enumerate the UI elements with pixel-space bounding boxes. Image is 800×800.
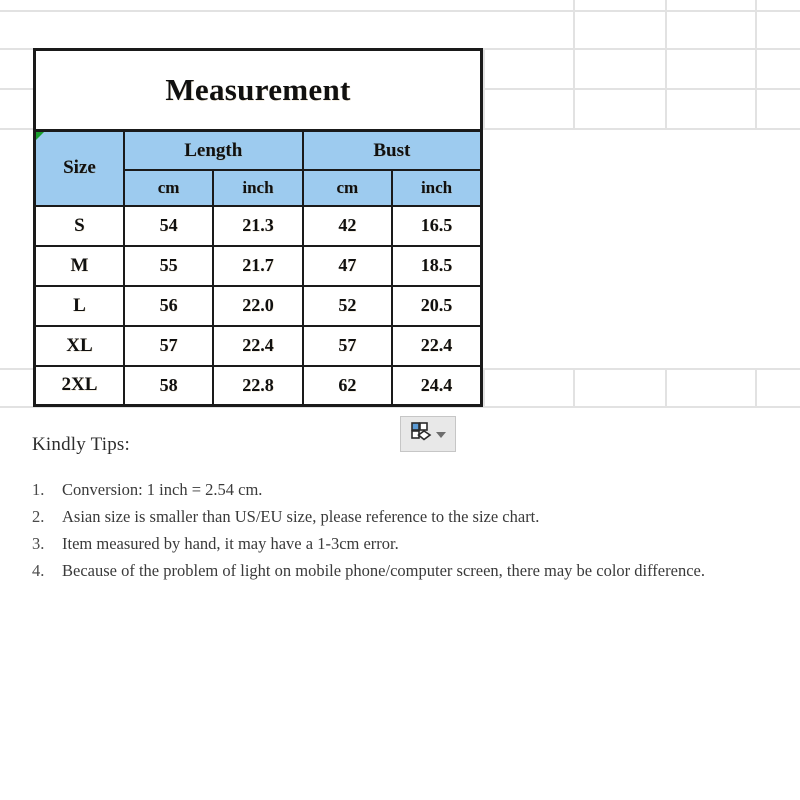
tip-text: Item measured by hand, it may have a 1-3… <box>62 534 399 553</box>
cell-length-cm: 54 <box>122 204 215 247</box>
gridline-vertical <box>483 368 485 406</box>
cell-length-cm: 58 <box>122 364 215 407</box>
cell-length-cm: 56 <box>122 284 215 327</box>
cell-length-inch: 22.8 <box>212 364 304 407</box>
spreadsheet-canvas: Measurement Size Length Bust cm inch cm … <box>0 0 800 800</box>
cell-size: 2XL <box>33 364 125 407</box>
tip-text: Because of the problem of light on mobil… <box>62 561 705 580</box>
list-item: 3. Item measured by hand, it may have a … <box>32 532 752 555</box>
gridline-vertical <box>665 48 667 128</box>
list-item: 2. Asian size is smaller than US/EU size… <box>32 505 752 528</box>
gridline-vertical <box>665 368 667 406</box>
cell-bust-cm: 42 <box>301 204 394 247</box>
table-row: S 54 21.3 42 16.5 <box>33 204 483 247</box>
cell-size: L <box>33 284 125 327</box>
header-length-inch: inch <box>212 169 304 207</box>
tip-number: 4. <box>32 561 45 580</box>
cell-bust-cm: 62 <box>301 364 394 407</box>
cell-size: M <box>33 244 125 287</box>
table-row: M 55 21.7 47 18.5 <box>33 244 483 287</box>
cell-bust-inch: 18.5 <box>391 244 483 287</box>
chart-title: Measurement <box>34 49 482 132</box>
cell-bust-cm: 47 <box>301 244 394 287</box>
cell-bust-cm: 52 <box>301 284 394 327</box>
list-item: 4. Because of the problem of light on mo… <box>32 559 752 582</box>
cell-bust-inch: 20.5 <box>391 284 483 327</box>
table-header-group-row: Size Length Bust <box>33 129 483 207</box>
gridline-horizontal <box>0 10 800 12</box>
table-row: 2XL 58 22.8 62 24.4 <box>33 364 483 407</box>
cell-length-inch: 22.4 <box>212 324 304 367</box>
measurement-size-chart-table[interactable]: Measurement Size Length Bust cm inch cm … <box>33 48 483 407</box>
header-bust-cm: cm <box>301 169 394 207</box>
kindly-tips-section: Kindly Tips: 1. Conversion: 1 inch = 2.5… <box>32 434 752 586</box>
tip-number: 2. <box>32 507 45 526</box>
cell-length-cm: 57 <box>122 324 215 367</box>
gridline-vertical <box>573 48 575 128</box>
header-size: Size <box>33 129 125 207</box>
cell-length-inch: 21.7 <box>212 244 304 287</box>
cell-length-inch: 21.3 <box>212 204 304 247</box>
header-group-bust: Bust <box>301 129 483 172</box>
cell-size: XL <box>33 324 125 367</box>
error-indicator-icon <box>36 132 44 140</box>
header-bust-inch: inch <box>391 169 483 207</box>
cell-bust-cm: 57 <box>301 324 394 367</box>
header-group-length: Length <box>122 129 304 172</box>
table-row: L 56 22.0 52 20.5 <box>33 284 483 327</box>
header-size-label: Size <box>63 157 96 179</box>
tip-number: 1. <box>32 480 45 499</box>
header-length-cm: cm <box>122 169 215 207</box>
table-row: XL 57 22.4 57 22.4 <box>33 324 483 367</box>
cell-size: S <box>33 204 125 247</box>
cell-bust-inch: 22.4 <box>391 324 483 367</box>
gridline-vertical <box>755 48 757 128</box>
cell-length-cm: 55 <box>122 244 215 287</box>
tip-text: Conversion: 1 inch = 2.54 cm. <box>62 480 263 499</box>
cell-bust-inch: 24.4 <box>391 364 483 407</box>
cell-length-inch: 22.0 <box>212 284 304 327</box>
tips-heading: Kindly Tips: <box>32 434 130 455</box>
gridline-vertical <box>755 368 757 406</box>
table-title-row: Measurement <box>34 49 482 132</box>
tip-text: Asian size is smaller than US/EU size, p… <box>62 507 540 526</box>
list-item: 1. Conversion: 1 inch = 2.54 cm. <box>32 478 752 501</box>
cell-bust-inch: 16.5 <box>391 204 483 247</box>
tip-number: 3. <box>32 534 45 553</box>
gridline-vertical <box>573 368 575 406</box>
gridline-vertical <box>483 48 485 128</box>
